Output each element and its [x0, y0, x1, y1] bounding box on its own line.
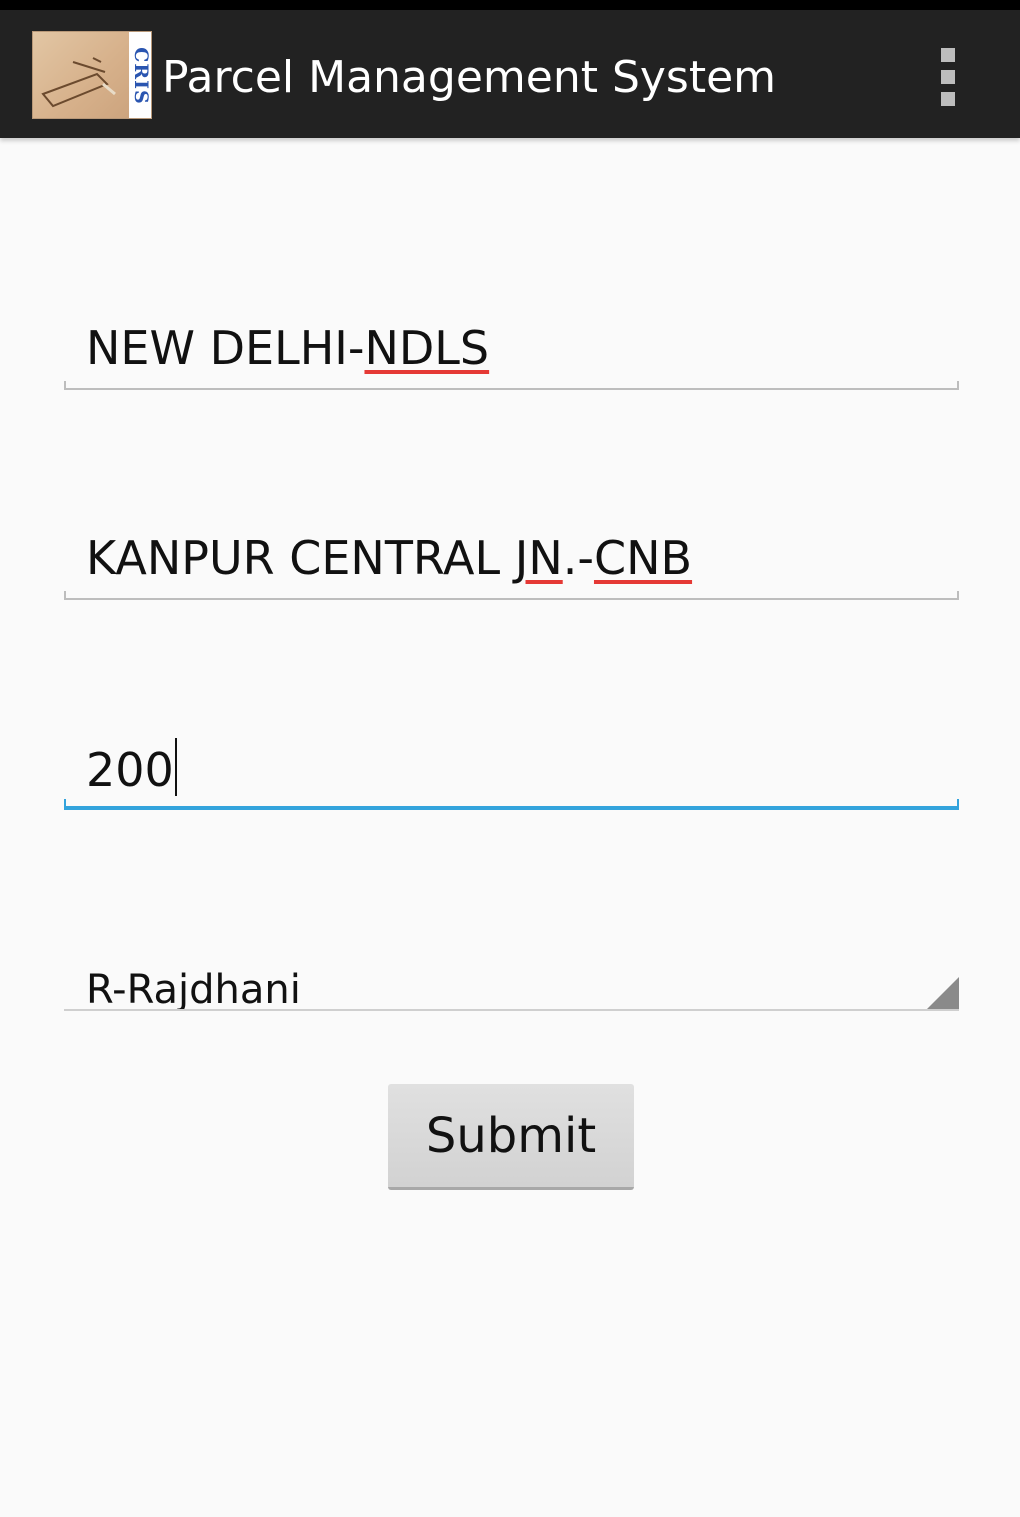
- train-type-selected: R-Rajdhani: [86, 967, 301, 1011]
- from-station-field[interactable]: NEW DELHI-NDLS: [64, 310, 959, 390]
- logo-brand-text: CRIS: [130, 47, 152, 105]
- app-title: Parcel Management System: [162, 52, 777, 103]
- field-underline-focused: [64, 806, 959, 810]
- dropdown-arrow-icon: [927, 977, 959, 1009]
- status-bar: [0, 0, 1020, 10]
- field-underline: [64, 598, 959, 600]
- from-station-value: NEW DELHI-NDLS: [86, 321, 490, 375]
- weight-field[interactable]: 200: [64, 730, 959, 810]
- train-type-dropdown[interactable]: R-Rajdhani: [64, 955, 959, 1011]
- submit-button[interactable]: Submit: [388, 1084, 634, 1190]
- action-bar: CRIS Parcel Management System: [0, 10, 1020, 138]
- to-station-value: KANPUR CENTRAL JN.-CNB: [86, 531, 693, 585]
- text-cursor: [174, 738, 177, 796]
- overflow-menu-icon[interactable]: [932, 44, 964, 110]
- to-station-field[interactable]: KANPUR CENTRAL JN.-CNB: [64, 520, 959, 600]
- weight-value: 200: [86, 738, 177, 800]
- spellcheck-word: NDLS: [364, 321, 490, 375]
- field-underline: [64, 388, 959, 390]
- spellcheck-word: JN: [514, 531, 563, 585]
- parcel-logo-icon: CRIS: [32, 31, 152, 119]
- dropdown-underline: [64, 1009, 959, 1011]
- parcel-sketch-icon: [41, 57, 116, 108]
- spellcheck-word: CNB: [593, 531, 693, 585]
